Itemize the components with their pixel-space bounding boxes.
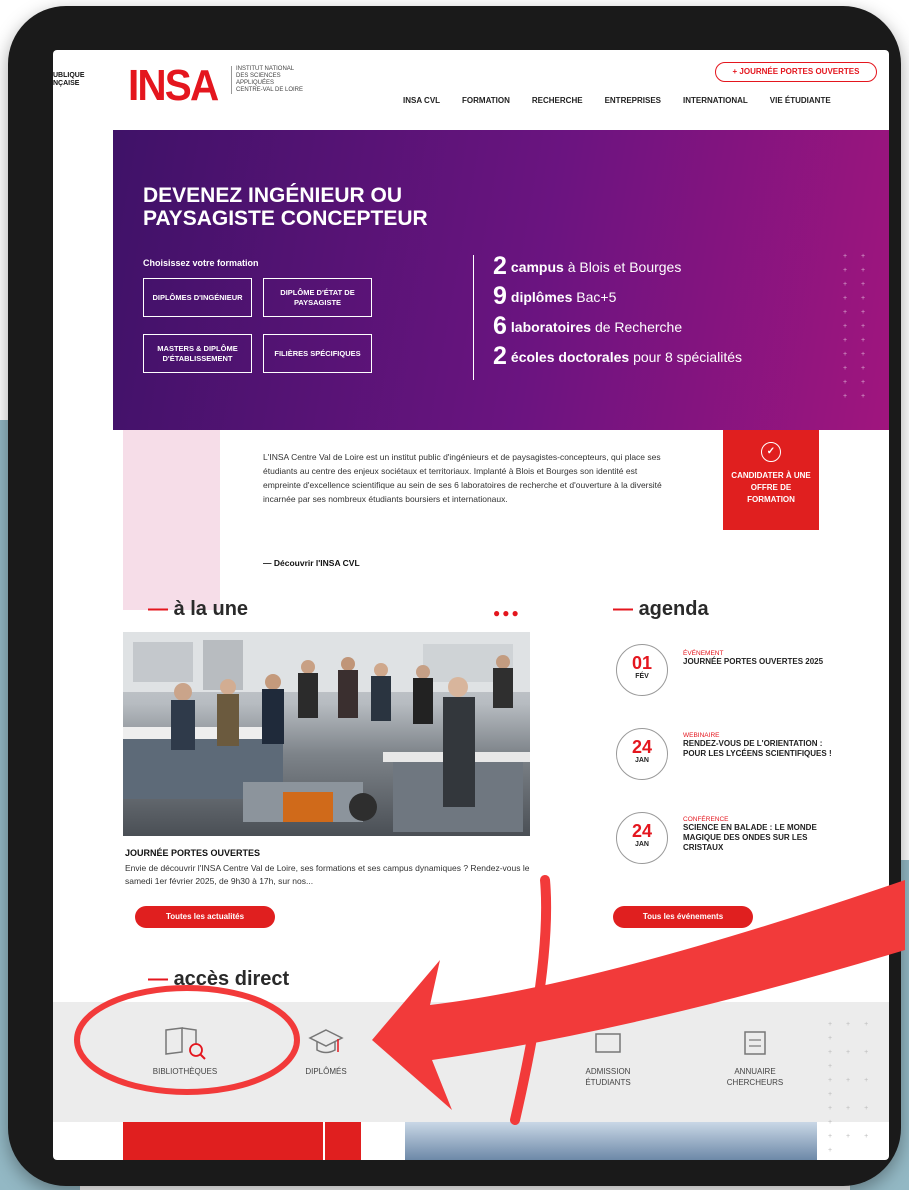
logo-sub-line: INSTITUT NATIONAL (236, 66, 295, 72)
check-circle-icon: ✓ (761, 442, 781, 462)
republique-francaise-mark: UBLIQUE NÇAISE (53, 72, 85, 88)
building-photo (405, 1122, 817, 1160)
hero-choose-label: Choisissez votre formation (143, 258, 259, 268)
quick-access-label: BIBLIOTHÈQUES (152, 1067, 218, 1076)
formation-button-masters[interactable]: MASTERS & DIPLÔME D'ÉTABLISSEMENT (143, 334, 252, 373)
graduation-cap-icon (308, 1029, 344, 1054)
quick-access-libraries[interactable]: BIBLIOTHÈQUES (145, 1024, 225, 1077)
news-heading-label: à la une (173, 598, 249, 620)
event-kind: ÉVÉNEMENT (683, 650, 724, 657)
stat-bold: écoles doctorales (510, 349, 630, 365)
event-month: JAN (634, 841, 649, 848)
next-section-preview (123, 1122, 889, 1160)
news-photo[interactable] (123, 632, 530, 836)
event-item[interactable]: CONFÉRENCE SCIENCE EN BALADE : LE MONDE M… (683, 816, 833, 853)
logo-subtitle: INSTITUT NATIONAL DES SCIENCES APPLIQUÉE… (231, 66, 303, 94)
news-heading: — à la une (148, 598, 249, 620)
apply-cta-button[interactable]: ✓ CANDIDATER À UNE OFFRE DE FORMATION (723, 430, 819, 530)
stat-number: 2 (493, 252, 507, 280)
book-search-icon (165, 1027, 206, 1060)
tablet-frame: UBLIQUE NÇAISE INSA INSTITUT NATIONAL DE… (8, 6, 901, 1186)
event-kind: WEBINAIRE (683, 732, 720, 739)
stat-bold: laboratoires (510, 319, 592, 335)
stat-ecoles: 2 écoles doctorales pour 8 spécialités (493, 342, 742, 371)
apply-cta-label: CANDIDATER À UNE OFFRE DE FORMATION (731, 471, 811, 504)
quick-access-label: ANNUAIRE CHERCHEURS (726, 1067, 784, 1087)
formation-button-ingenieur[interactable]: DIPLÔMES D'INGÉNIEUR (143, 278, 252, 317)
all-news-button[interactable]: Toutes les actualités (135, 906, 275, 928)
intro-paragraph: L'INSA Centre Val de Loire est un instit… (263, 452, 662, 504)
stat-diplomes: 9 diplômes Bac+5 (493, 282, 616, 311)
stat-laboratoires: 6 laboratoires de Recherche (493, 312, 682, 341)
carousel-dots[interactable]: ●●● (493, 606, 521, 620)
news-excerpt: Envie de découvrir l'INSA Centre Val de … (125, 863, 530, 886)
stat-bold: campus (510, 259, 564, 275)
event-day: 24 (631, 821, 653, 841)
formation-button-filieres[interactable]: FILIÈRES SPÉCIFIQUES (263, 334, 372, 373)
stat-number: 9 (493, 282, 507, 310)
discover-link[interactable]: — Découvrir l'INSA CVL (263, 558, 360, 568)
quick-access-label: ADMISSION ÉTUDIANTS (585, 1067, 631, 1087)
event-title: RENDEZ-VOUS DE L'ORIENTATION : POUR LES … (683, 739, 832, 758)
decorative-dots: + + + + + + + + + + + + + + + + + + + + + + (843, 253, 872, 400)
stat-number: 2 (493, 342, 507, 370)
quick-access-graduates[interactable]: DIPLÔMÉS (291, 1024, 361, 1077)
quick-access-directory[interactable]: ANNUAIRE CHERCHEURS (717, 1024, 793, 1088)
main-nav: INSA CVL FORMATION RECHERCHE ENTREPRISES… (403, 96, 853, 105)
event-title: JOURNÉE PORTES OUVERTES 2025 (683, 657, 824, 666)
stat-number: 6 (493, 312, 507, 340)
logo-sub-line: APPLIQUÉES (236, 80, 275, 86)
event-date-badge: 01 FÉV (616, 644, 668, 696)
lab-photo-illustration (123, 632, 530, 832)
event-item[interactable]: WEBINAIRE RENDEZ-VOUS DE L'ORIENTATION : … (683, 732, 833, 759)
formation-button-paysagiste[interactable]: DIPLÔME D'ÉTAT DE PAYSAGISTE (263, 278, 372, 317)
pink-accent-block (123, 430, 220, 610)
stat-rest: de Recherche (594, 319, 683, 335)
event-day: 01 (631, 653, 653, 673)
directory-icon (744, 1031, 766, 1055)
hero-title: DEVENEZ INGÉNIEUR OU PAYSAGISTE CONCEPTE… (143, 184, 428, 230)
logo-sub-line: DES SCIENCES (236, 73, 281, 79)
event-day: 24 (631, 737, 653, 757)
insa-logo[interactable]: INSA (128, 62, 219, 110)
stat-rest: Bac+5 (576, 289, 617, 305)
all-events-button[interactable]: Tous les événements (613, 906, 753, 928)
news-title[interactable]: JOURNÉE PORTES OUVERTES (125, 848, 260, 858)
agenda-heading-label: agenda (638, 598, 709, 620)
stat-rest: pour 8 spécialités (633, 349, 743, 365)
stat-campus: 2 campus à Blois et Bourges (493, 252, 681, 281)
quick-access-heading: — accès direct (148, 968, 290, 990)
open-day-button[interactable]: + JOURNÉE PORTES OUVERTES (715, 62, 877, 82)
event-item[interactable]: ÉVÉNEMENT JOURNÉE PORTES OUVERTES 2025 (683, 650, 833, 667)
event-month: FÉV (635, 673, 649, 680)
nav-item-formation[interactable]: FORMATION (462, 96, 510, 105)
quick-access-heading-label: accès direct (173, 968, 290, 990)
event-date-badge: 24 JAN (616, 812, 668, 864)
republique-line-1: UBLIQUE (53, 72, 85, 79)
event-kind: CONFÉRENCE (683, 816, 729, 823)
event-date-badge: 24 JAN (616, 728, 668, 780)
nav-item-insa-cvl[interactable]: INSA CVL (403, 96, 440, 105)
stat-bold: diplômes (510, 289, 573, 305)
red-block-small (325, 1122, 361, 1160)
quick-access-band: BIBLIOTHÈQUES DIPLÔMÉS ADMISSION ÉTUDIAN… (53, 1002, 889, 1154)
republique-line-2: NÇAISE (53, 80, 80, 87)
logo-sub-line: CENTRE-VAL DE LOIRE (236, 87, 304, 93)
nav-item-vie-etudiante[interactable]: VIE ÉTUDIANTE (770, 96, 831, 105)
stat-rest: à Blois et Bourges (567, 259, 682, 275)
agenda-heading: — agenda (613, 598, 709, 620)
admission-icon (595, 1033, 621, 1053)
hero-banner: DEVENEZ INGÉNIEUR OU PAYSAGISTE CONCEPTE… (113, 130, 889, 430)
nav-item-recherche[interactable]: RECHERCHE (532, 96, 583, 105)
red-block (123, 1122, 323, 1160)
nav-item-international[interactable]: INTERNATIONAL (683, 96, 748, 105)
event-month: JAN (634, 757, 649, 764)
quick-access-label: DIPLÔMÉS (305, 1067, 347, 1076)
hero-divider (473, 255, 474, 380)
event-title: SCIENCE EN BALADE : LE MONDE MAGIQUE DES… (683, 823, 817, 852)
website-screen: UBLIQUE NÇAISE INSA INSTITUT NATIONAL DE… (53, 50, 889, 1160)
nav-item-entreprises[interactable]: ENTREPRISES (605, 96, 661, 105)
quick-access-admission[interactable]: ADMISSION ÉTUDIANTS (573, 1024, 643, 1088)
